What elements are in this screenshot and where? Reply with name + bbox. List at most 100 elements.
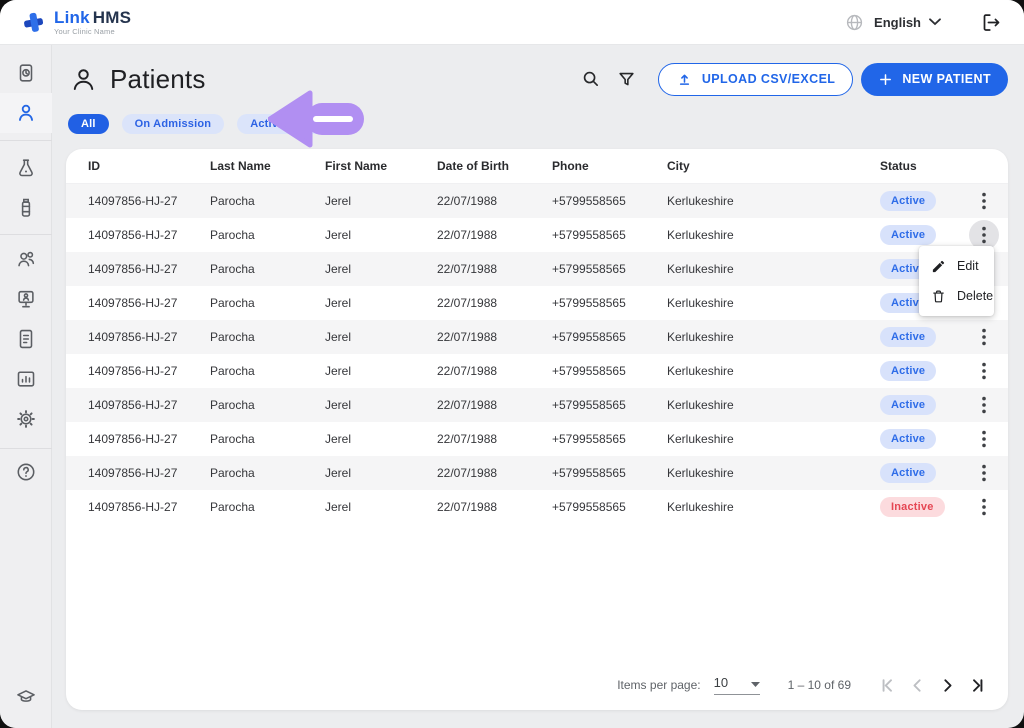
row-menu-button[interactable] [969,458,999,488]
column-header-city: City [667,159,880,173]
cell-last-name: Parocha [210,466,325,480]
row-menu-button[interactable] [969,390,999,420]
cell-city: Kerlukeshire [667,432,880,446]
sidebar-item-help[interactable] [0,452,52,492]
table-row[interactable]: 14097856-HJ-27 Parocha Jerel 22/07/1988 … [66,354,1008,388]
cell-dob: 22/07/1988 [437,228,552,242]
first-page-button[interactable] [873,671,902,700]
cell-last-name: Parocha [210,432,325,446]
schedule-icon [15,62,37,84]
patients-icon [15,102,37,124]
menu-item-delete[interactable]: Delete [919,281,994,311]
sidebar-item-billing[interactable] [0,319,52,359]
cell-dob: 22/07/1988 [437,466,552,480]
table-row[interactable]: 14097856-HJ-27 Parocha Jerel 22/07/1988 … [66,456,1008,490]
next-page-icon [937,675,958,696]
row-menu-button[interactable] [969,492,999,522]
previous-page-icon [907,675,928,696]
cell-city: Kerlukeshire [667,466,880,480]
cell-id: 14097856-HJ-27 [66,262,210,276]
language-selector[interactable]: English [845,13,941,32]
cell-id: 14097856-HJ-27 [66,364,210,378]
kebab-menu-icon [976,328,992,346]
sidebar-divider [0,140,52,141]
row-menu-button[interactable] [969,356,999,386]
cell-phone: +5799558565 [552,398,667,412]
kebab-menu-icon [976,362,992,380]
patients-table-card: ID Last Name First Name Date of Birth Ph… [66,149,1008,710]
menu-item-edit[interactable]: Edit [919,251,994,281]
sidebar-item-education[interactable] [0,677,52,717]
cell-first-name: Jerel [325,364,437,378]
table-row[interactable]: 14097856-HJ-27 Parocha Jerel 22/07/1988 … [66,422,1008,456]
status-badge: Active [880,327,936,347]
cell-phone: +5799558565 [552,330,667,344]
row-menu-button[interactable] [969,424,999,454]
table-row[interactable]: 14097856-HJ-27 Parocha Jerel 22/07/1988 … [66,218,1008,252]
sidebar-item-reports[interactable] [0,359,52,399]
row-menu-button[interactable] [969,322,999,352]
column-header-first-name: First Name [325,159,437,173]
filter-icon [617,70,636,89]
select-caret-icon [751,682,760,687]
cell-id: 14097856-HJ-27 [66,228,210,242]
sidebar-item-settings[interactable] [0,399,52,439]
billing-icon [15,328,37,350]
cell-city: Kerlukeshire [667,398,880,412]
sidebar-item-lab[interactable] [0,148,52,188]
table-row[interactable]: 14097856-HJ-27 Parocha Jerel 22/07/1988 … [66,286,1008,320]
logout-button[interactable] [977,8,1006,37]
upload-icon [676,71,693,88]
cell-last-name: Parocha [210,330,325,344]
new-patient-button[interactable]: NEW PATIENT [861,63,1008,96]
app-window: LinkHMS Your Clinic Name English [0,0,1024,728]
first-page-icon [877,675,898,696]
cell-dob: 22/07/1988 [437,500,552,514]
table-row[interactable]: 14097856-HJ-27 Parocha Jerel 22/07/1988 … [66,388,1008,422]
cell-first-name: Jerel [325,296,437,310]
topbar: LinkHMS Your Clinic Name English [0,0,1024,45]
table-row[interactable]: 14097856-HJ-27 Parocha Jerel 22/07/1988 … [66,184,1008,218]
upload-csv-label: UPLOAD CSV/EXCEL [702,72,836,86]
main-content: Patients [52,45,1024,728]
sidebar-item-staff[interactable] [0,239,52,279]
cell-phone: +5799558565 [552,228,667,242]
chip-on-admission[interactable]: On Admission [122,114,225,134]
chip-all[interactable]: All [68,114,109,134]
table-row[interactable]: 14097856-HJ-27 Parocha Jerel 22/07/1988 … [66,320,1008,354]
staff-icon [15,248,37,270]
sidebar-item-patients[interactable] [0,93,52,133]
cell-id: 14097856-HJ-27 [66,194,210,208]
cell-id: 14097856-HJ-27 [66,330,210,344]
items-per-page-select[interactable]: 10 [714,675,760,695]
column-header-phone: Phone [552,159,667,173]
status-badge: Active [880,191,936,211]
menu-item-edit-label: Edit [957,259,979,273]
page-title: Patients [110,64,206,95]
cell-last-name: Parocha [210,398,325,412]
filter-button[interactable] [613,66,640,93]
search-button[interactable] [577,65,605,93]
brand-logo: LinkHMS Your Clinic Name [22,9,131,36]
cell-phone: +5799558565 [552,364,667,378]
next-page-button[interactable] [933,671,962,700]
last-page-button[interactable] [963,671,992,700]
upload-csv-button[interactable]: UPLOAD CSV/EXCEL [658,63,854,96]
cell-first-name: Jerel [325,330,437,344]
chevron-down-icon [929,18,941,26]
cell-id: 14097856-HJ-27 [66,432,210,446]
table-row[interactable]: 14097856-HJ-27 Parocha Jerel 22/07/1988 … [66,490,1008,524]
previous-page-button[interactable] [903,671,932,700]
pencil-icon [931,259,946,274]
kiosk-icon [15,288,37,310]
search-icon [581,69,601,89]
row-menu-button[interactable] [969,186,999,216]
cell-last-name: Parocha [210,364,325,378]
chip-active-visit[interactable]: Active Visit [237,114,325,134]
sidebar-item-pharmacy[interactable] [0,188,52,228]
table-row[interactable]: 14097856-HJ-27 Parocha Jerel 22/07/1988 … [66,252,1008,286]
last-page-icon [967,675,988,696]
sidebar-item-schedule[interactable] [0,53,52,93]
sidebar-item-kiosk[interactable] [0,279,52,319]
table-header-row: ID Last Name First Name Date of Birth Ph… [66,149,1008,184]
